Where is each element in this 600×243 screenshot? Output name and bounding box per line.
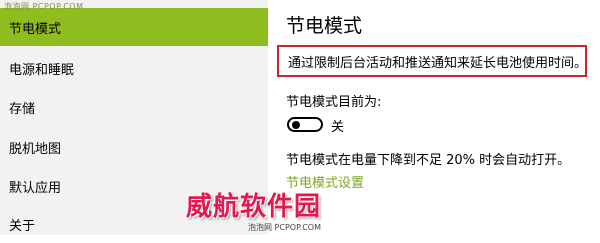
toggle-knob bbox=[292, 121, 300, 129]
description-highlight: 通过限制后台活动和推送通知来延长电池使用时间。 bbox=[277, 45, 587, 77]
sidebar-item-label: 默认应用 bbox=[9, 180, 62, 196]
sidebar-item-label: 脱机地图 bbox=[9, 141, 62, 157]
page-title: 节电模式 bbox=[286, 15, 363, 37]
sidebar-item-storage[interactable]: 存储 bbox=[0, 88, 268, 126]
sidebar-item-offline-maps[interactable]: 脱机地图 bbox=[0, 128, 268, 166]
sidebar-item-battery-saver[interactable]: 节电模式 bbox=[0, 8, 268, 46]
sidebar-item-label: 节电模式 bbox=[9, 21, 62, 37]
sidebar-item-power-sleep[interactable]: 电源和睡眠 bbox=[0, 49, 268, 87]
watermark-bottom: 泡泡网 PCPOP.COM bbox=[248, 223, 321, 232]
status-label: 节电模式目前为: bbox=[286, 95, 382, 110]
auto-enable-text: 节电模式在电量下降到不足 20% 时会自动打开。 bbox=[286, 153, 571, 168]
watermark-top: 泡泡网 PCPOP.COM bbox=[4, 2, 84, 11]
battery-saver-toggle[interactable] bbox=[287, 117, 323, 132]
sidebar-item-label: 存储 bbox=[9, 101, 36, 117]
toggle-state-label: 关 bbox=[331, 120, 345, 135]
brand-logo-watermark: 威航软件园 bbox=[186, 192, 322, 222]
sidebar-item-label: 关于 bbox=[9, 218, 36, 234]
description-text: 通过限制后台活动和推送通知来延长电池使用时间。 bbox=[288, 55, 588, 71]
sidebar-item-label: 电源和睡眠 bbox=[9, 62, 75, 78]
